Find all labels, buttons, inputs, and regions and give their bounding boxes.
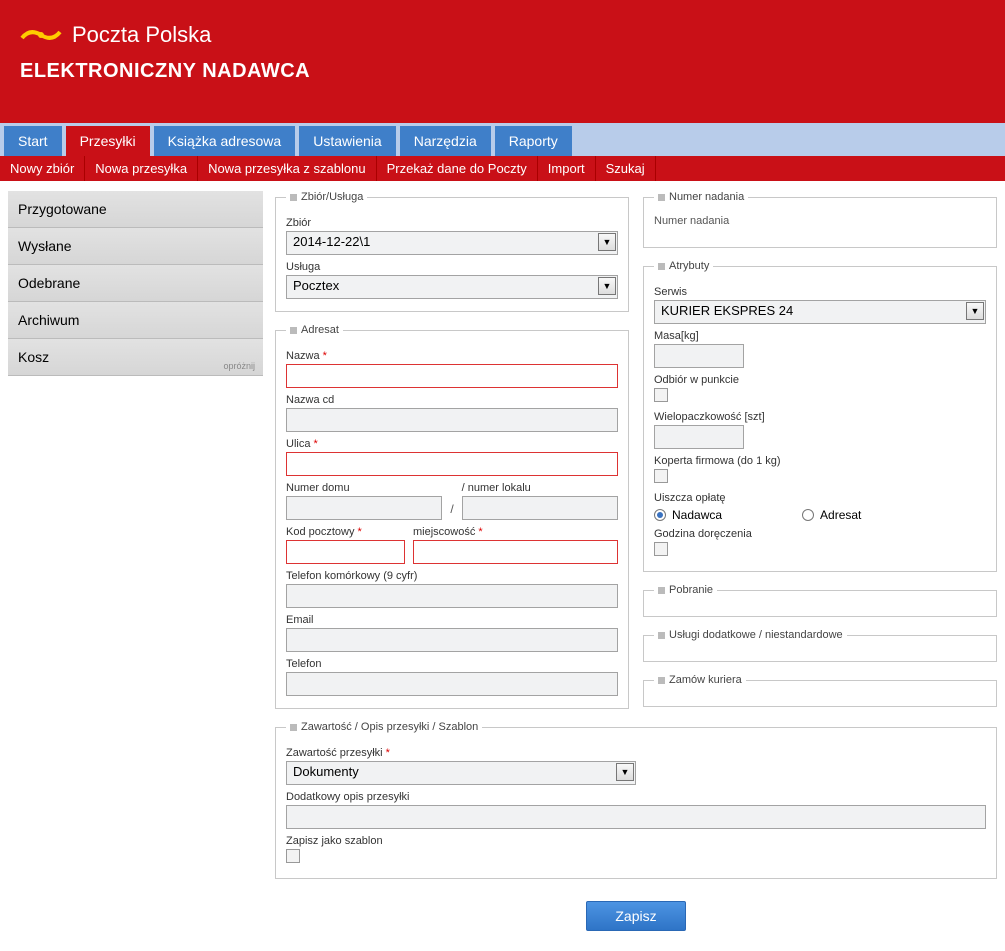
stab-przekaz-dane[interactable]: Przekaż dane do Poczty: [377, 156, 538, 181]
save-button[interactable]: Zapisz: [586, 901, 685, 931]
label-nazwa: Nazwa: [286, 350, 618, 362]
fieldset-zawartosc: Zawartość / Opis przesyłki / Szablon Zaw…: [275, 721, 997, 879]
select-serwis[interactable]: KURIER EKSPRES 24: [654, 300, 986, 324]
label-serwis: Serwis: [654, 286, 986, 298]
stab-nowa-przesylka[interactable]: Nowa przesyłka: [85, 156, 198, 181]
label-numer-domu: Numer domu: [286, 482, 442, 494]
legend-uslugi-dodatkowe: Usługi dodatkowe / niestandardowe: [669, 629, 843, 641]
primary-nav: Start Przesyłki Książka adresowa Ustawie…: [0, 123, 1005, 156]
label-zbior: Zbiór: [286, 217, 618, 229]
chevron-down-icon[interactable]: ▼: [966, 302, 984, 320]
checkbox-godzina[interactable]: [654, 542, 668, 556]
sidebar-item-przygotowane[interactable]: Przygotowane: [8, 191, 263, 228]
fieldset-uslugi-dodatkowe[interactable]: Usługi dodatkowe / niestandardowe: [643, 629, 997, 662]
app-header: Poczta Polska ELEKTRONICZNY NADAWCA: [0, 0, 1005, 123]
select-zawartosc[interactable]: Dokumenty: [286, 761, 636, 785]
secondary-nav: Nowy zbiór Nowa przesyłka Nowa przesyłka…: [0, 156, 1005, 181]
select-zbior[interactable]: 2014-12-22\1: [286, 231, 618, 255]
tab-ustawienia[interactable]: Ustawienia: [299, 126, 395, 156]
fieldset-numer-nadania: Numer nadania Numer nadania: [643, 191, 997, 248]
sidebar-item-kosz[interactable]: Kosz opróżnij: [8, 339, 263, 376]
input-nazwa[interactable]: [286, 364, 618, 388]
label-usluga: Usługa: [286, 261, 618, 273]
sidebar-item-label: Kosz: [18, 349, 49, 365]
tab-start[interactable]: Start: [4, 126, 62, 156]
brand-text: Poczta Polska: [72, 22, 211, 48]
fieldset-zamow-kuriera[interactable]: Zamów kuriera: [643, 674, 997, 707]
label-masa: Masa[kg]: [654, 330, 986, 342]
stab-szukaj[interactable]: Szukaj: [596, 156, 656, 181]
label-miejscowosc: miejscowość: [413, 526, 618, 538]
legend-numer-nadania: Numer nadania: [669, 191, 744, 203]
tab-ksiazka-adresowa[interactable]: Książka adresowa: [154, 126, 296, 156]
radio-nadawca[interactable]: [654, 509, 666, 521]
label-tel-kom: Telefon komórkowy (9 cyfr): [286, 570, 618, 582]
fieldset-zbior-usluga: Zbiór/Usługa Zbiór 2014-12-22\1 ▼ Usługa…: [275, 191, 629, 312]
sidebar: Przygotowane Wysłane Odebrane Archiwum K…: [8, 191, 263, 376]
legend-zamow-kuriera: Zamów kuriera: [669, 674, 742, 686]
chevron-down-icon[interactable]: ▼: [598, 233, 616, 251]
radio-adresat[interactable]: [802, 509, 814, 521]
tab-narzedzia[interactable]: Narzędzia: [400, 126, 491, 156]
input-nazwa-cd[interactable]: [286, 408, 618, 432]
radio-label-adresat: Adresat: [820, 508, 861, 522]
tab-raporty[interactable]: Raporty: [495, 126, 572, 156]
stab-nowa-przesylka-szablon[interactable]: Nowa przesyłka z szablonu: [198, 156, 377, 181]
input-numer-lokalu[interactable]: [462, 496, 618, 520]
input-kod-pocztowy[interactable]: [286, 540, 405, 564]
input-masa[interactable]: [654, 344, 744, 368]
input-email[interactable]: [286, 628, 618, 652]
label-godzina: Godzina doręczenia: [654, 528, 986, 540]
input-tel-kom[interactable]: [286, 584, 618, 608]
label-dodatkowy-opis: Dodatkowy opis przesyłki: [286, 791, 986, 803]
chevron-down-icon[interactable]: ▼: [598, 277, 616, 295]
sidebar-item-wyslane[interactable]: Wysłane: [8, 228, 263, 265]
tab-przesylki[interactable]: Przesyłki: [66, 126, 150, 156]
legend-zbior: Zbiór/Usługa: [301, 191, 363, 203]
legend-pobranie: Pobranie: [669, 584, 713, 596]
fieldset-atrybuty: Atrybuty Serwis KURIER EKSPRES 24 ▼ Masa…: [643, 260, 997, 572]
fieldset-pobranie[interactable]: Pobranie: [643, 584, 997, 617]
input-wielopaczkowosc[interactable]: [654, 425, 744, 449]
separator-slash: /: [450, 502, 453, 520]
stab-nowy-zbior[interactable]: Nowy zbiór: [0, 156, 85, 181]
sidebar-item-archiwum[interactable]: Archiwum: [8, 302, 263, 339]
label-nazwa-cd: Nazwa cd: [286, 394, 618, 406]
app-title: ELEKTRONICZNY NADAWCA: [20, 60, 985, 83]
label-ulica: Ulica: [286, 438, 618, 450]
label-odbior-w-punkcie: Odbiór w punkcie: [654, 374, 986, 386]
checkbox-odbior-w-punkcie[interactable]: [654, 388, 668, 402]
input-ulica[interactable]: [286, 452, 618, 476]
input-miejscowosc[interactable]: [413, 540, 618, 564]
label-kod-pocztowy: Kod pocztowy: [286, 526, 405, 538]
poczta-logo-icon: [20, 20, 62, 50]
legend-atrybuty: Atrybuty: [669, 260, 709, 272]
label-telefon: Telefon: [286, 658, 618, 670]
label-zapisz-szablon: Zapisz jako szablon: [286, 835, 986, 847]
legend-zawartosc: Zawartość / Opis przesyłki / Szablon: [301, 721, 478, 733]
label-numer-lokalu: / numer lokalu: [462, 482, 618, 494]
label-wielopaczkowosc: Wielopaczkowość [szt]: [654, 411, 986, 423]
input-dodatkowy-opis[interactable]: [286, 805, 986, 829]
select-usluga[interactable]: Pocztex: [286, 275, 618, 299]
checkbox-koperta[interactable]: [654, 469, 668, 483]
sidebar-item-odebrane[interactable]: Odebrane: [8, 265, 263, 302]
label-email: Email: [286, 614, 618, 626]
label-uiszcza: Uiszcza opłatę: [654, 492, 986, 504]
input-telefon[interactable]: [286, 672, 618, 696]
stab-import[interactable]: Import: [538, 156, 596, 181]
chevron-down-icon[interactable]: ▼: [616, 763, 634, 781]
fieldset-adresat: Adresat Nazwa Nazwa cd Ulica Numer domu …: [275, 324, 629, 709]
input-numer-domu[interactable]: [286, 496, 442, 520]
empty-trash-link[interactable]: opróżnij: [223, 361, 255, 371]
text-numer-nadania: Numer nadania: [654, 211, 986, 235]
label-zawartosc: Zawartość przesyłki: [286, 747, 986, 759]
legend-adresat: Adresat: [301, 324, 339, 336]
checkbox-zapisz-szablon[interactable]: [286, 849, 300, 863]
label-koperta: Koperta firmowa (do 1 kg): [654, 455, 986, 467]
radio-label-nadawca: Nadawca: [672, 508, 722, 522]
